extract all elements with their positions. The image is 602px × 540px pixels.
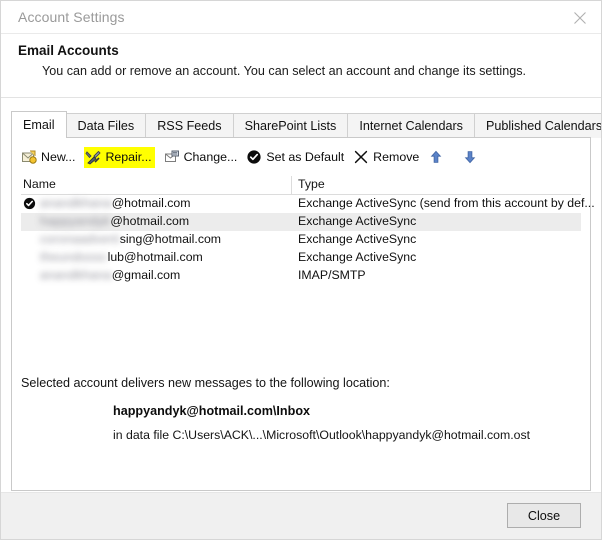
toolbar-new-button[interactable]: New...: [21, 147, 75, 168]
remove-x-icon: [353, 149, 369, 165]
toolbar-set-as-default-button[interactable]: Set as Default: [246, 147, 344, 168]
accounts-toolbar: New... Repair... Change... Set as Default Re…: [12, 143, 590, 171]
table-row[interactable]: theundoosc lub@hotmail.com Exchange Active…: [21, 249, 581, 267]
title-bar: Account Settings: [1, 1, 601, 34]
account-name-suffix: lub@hotmail.com: [107, 250, 203, 264]
table-row[interactable]: anandkhana @gmail.com IMAP/SMTP: [21, 267, 581, 285]
close-button[interactable]: Close: [507, 503, 581, 528]
default-account-check-icon: [23, 197, 36, 210]
account-name: theundoosc lub@hotmail.com: [40, 250, 203, 264]
change-account-icon: [164, 149, 180, 165]
repair-tools-icon: [85, 149, 102, 165]
tab-published-calendars[interactable]: Published Calendars: [473, 113, 601, 138]
toolbar-item-label: New...: [41, 150, 76, 164]
account-type: Exchange ActiveSync: [298, 250, 417, 264]
header-divider: [1, 97, 601, 98]
delivery-data-file: in data file C:\Users\ACK\...\Microsoft\…: [113, 428, 531, 442]
dialog-footer: Close: [1, 492, 601, 539]
tab-internet-calendars[interactable]: Internet Calendars: [347, 113, 475, 138]
accounts-list: anandkhana @hotmail.com Exchange ActiveSyn…: [21, 195, 595, 285]
toolbar-repair-button[interactable]: Repair...: [84, 146, 155, 168]
page-description: You can add or remove an account. You ca…: [42, 64, 527, 78]
table-row[interactable]: coronaadverti sing@hotmail.com Exchange Ac…: [21, 231, 581, 249]
account-settings-dialog: Account Settings Email Accounts You can …: [0, 0, 602, 540]
column-divider[interactable]: [291, 176, 292, 195]
close-icon[interactable]: [563, 4, 597, 31]
account-type: Exchange ActiveSync: [298, 232, 417, 246]
tab-rss-feeds[interactable]: RSS Feeds: [145, 113, 234, 138]
toolbar-item-label: Change...: [183, 150, 238, 164]
delivery-target: happyandyk@hotmail.com\Inbox: [113, 404, 311, 418]
list-column-headers: Name Type: [21, 176, 581, 195]
new-account-icon: [21, 149, 37, 165]
tab-email[interactable]: Email: [11, 111, 67, 138]
toolbar-change-button[interactable]: Change...: [164, 147, 238, 168]
account-name: coronaadverti sing@hotmail.com: [40, 232, 221, 246]
table-row[interactable]: happyandyk @hotmail.com Exchange ActiveSyn…: [21, 213, 581, 231]
window-title: Account Settings: [18, 9, 125, 25]
arrow-up-icon: [428, 149, 444, 165]
toolbar-item-label: Repair...: [105, 150, 152, 164]
page-title: Email Accounts: [18, 43, 119, 58]
redacted-account-name: theundoosc: [40, 250, 108, 264]
move-down-button[interactable]: [462, 147, 482, 168]
account-name-suffix: @hotmail.com: [111, 196, 191, 210]
redacted-account-name: coronaadverti: [40, 232, 120, 246]
redacted-account-name: happyandyk: [40, 214, 111, 228]
table-row[interactable]: anandkhana @hotmail.com Exchange ActiveSyn…: [21, 195, 595, 213]
account-name: anandkhana @gmail.com: [40, 268, 180, 282]
check-circle-icon: [246, 149, 262, 165]
account-name: happyandyk @hotmail.com: [40, 214, 189, 228]
account-name-suffix: @gmail.com: [111, 268, 181, 282]
toolbar-item-label: Remove: [373, 150, 420, 164]
column-header-type[interactable]: Type: [298, 177, 325, 191]
redacted-account-name: anandkhana: [40, 268, 112, 282]
account-name-suffix: sing@hotmail.com: [119, 232, 222, 246]
column-header-name[interactable]: Name: [23, 177, 56, 191]
account-type: Exchange ActiveSync: [298, 214, 417, 228]
delivery-label: Selected account delivers new messages t…: [21, 376, 390, 390]
tab-data-files[interactable]: Data Files: [65, 113, 147, 138]
account-type: IMAP/SMTP: [298, 268, 366, 282]
tab-page-email: New... Repair... Change... Set as Default Re…: [11, 137, 595, 491]
account-name: anandkhana @hotmail.com: [40, 196, 190, 210]
arrow-down-icon: [462, 149, 478, 165]
redacted-account-name: anandkhana: [40, 196, 112, 210]
account-type: Exchange ActiveSync (send from this acco…: [298, 196, 595, 210]
tab-strip: Email Data Files RSS Feeds SharePoint Lists…: [11, 111, 601, 138]
account-name-suffix: @hotmail.com: [110, 214, 190, 228]
toolbar-remove-button[interactable]: Remove: [353, 147, 419, 168]
move-up-button[interactable]: [428, 147, 448, 168]
tab-sharepoint-lists[interactable]: SharePoint Lists: [232, 113, 349, 138]
toolbar-item-label: Set as Default: [266, 150, 345, 164]
header-block: Email Accounts You can add or remove an …: [1, 34, 601, 97]
